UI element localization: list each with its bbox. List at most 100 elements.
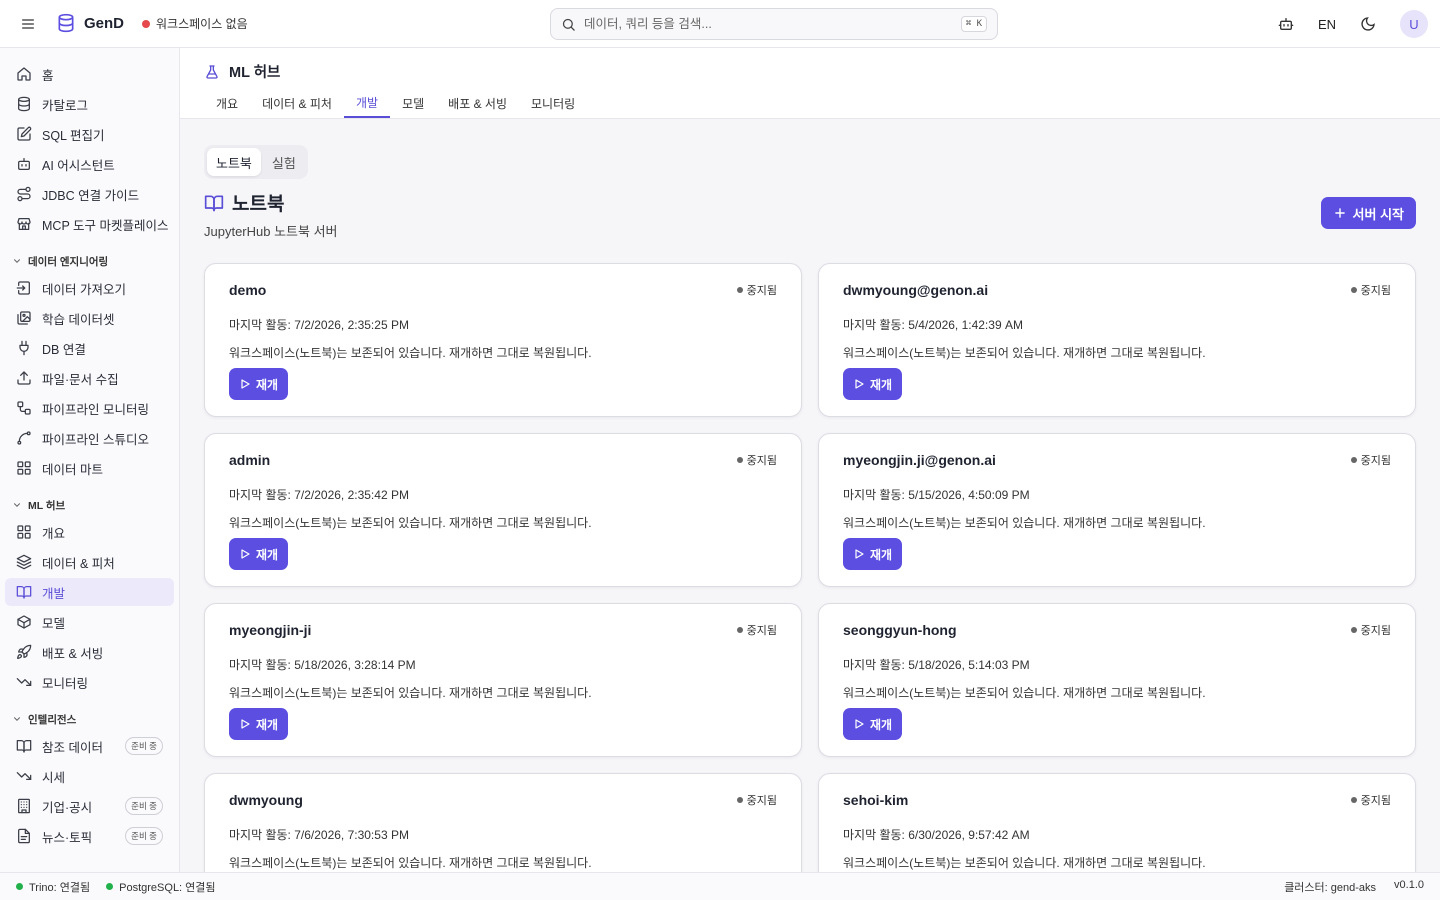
start-server-button[interactable]: 서버 시작 xyxy=(1320,197,1416,229)
resume-button[interactable]: 재개 xyxy=(843,368,903,400)
sidebar-item-0-3[interactable]: 파일·문서 수집 xyxy=(5,364,174,392)
tab-3[interactable]: 모델 xyxy=(390,88,436,118)
play-icon xyxy=(853,378,865,390)
spline-icon xyxy=(16,430,32,446)
trend-icon xyxy=(16,674,32,690)
resume-button[interactable]: 재개 xyxy=(843,538,903,570)
sidebar-item-1[interactable]: 카탈로그 xyxy=(5,90,174,118)
resume-button[interactable]: 재개 xyxy=(229,708,289,740)
resume-button[interactable]: 재개 xyxy=(229,368,289,400)
sidebar-item-1-4[interactable]: 배포 & 서빙 xyxy=(5,638,174,666)
notebook-name: dwmyoung@genon.ai xyxy=(843,282,989,298)
sidebar-section-header[interactable]: 데이터 엔지니어링 xyxy=(0,250,179,272)
sidebar-item-2[interactable]: SQL 편집기 xyxy=(5,120,174,148)
sidebar-item-2-3[interactable]: 뉴스·토픽 준비 중 xyxy=(5,822,174,850)
moon-icon[interactable] xyxy=(1354,10,1382,38)
sidebar-item-label: 모니터링 xyxy=(42,676,89,691)
segment-0[interactable]: 노트북 xyxy=(207,148,261,176)
tab-1[interactable]: 데이터 & 피처 xyxy=(250,88,344,118)
layers-icon xyxy=(16,554,32,570)
notebook-name: admin xyxy=(229,452,271,468)
sidebar-section-header[interactable]: 인텔리전스 xyxy=(0,708,179,730)
sidebar-section-header[interactable]: ML 허브 xyxy=(0,494,179,516)
workspace-selector[interactable]: 워크스페이스 없음 xyxy=(142,15,248,32)
top-bar: GenD 워크스페이스 없음 ⌘ K EN U xyxy=(0,0,1440,48)
search-input[interactable] xyxy=(584,17,953,31)
coming-soon-badge: 준비 중 xyxy=(125,797,163,815)
resume-label: 재개 xyxy=(870,377,893,392)
sidebar-item-label: JDBC 연결 가이드 xyxy=(42,188,140,203)
status-dot xyxy=(736,797,743,803)
app-logo[interactable]: GenD xyxy=(56,13,124,33)
resume-label: 재개 xyxy=(256,377,279,392)
cluster-label: 클러스터: gend-aks xyxy=(1284,881,1377,894)
status-bar-right: 클러스터: gend-aks v0.1.0 xyxy=(1284,879,1424,895)
menu-icon[interactable] xyxy=(16,12,40,36)
language-toggle[interactable]: EN xyxy=(1318,17,1336,32)
notebook-name: myeongjin.ji@genon.ai xyxy=(843,452,996,468)
sidebar-item-label: 시세 xyxy=(42,770,66,785)
sidebar-item-0-0[interactable]: 데이터 가져오기 xyxy=(5,274,174,302)
tab-0[interactable]: 개요 xyxy=(204,88,250,118)
file-icon xyxy=(16,828,32,844)
last-activity: 마지막 활동: 5/4/2026, 1:42:39 AM xyxy=(843,318,1023,332)
sidebar-item-label: DB 연결 xyxy=(42,342,86,357)
resume-button[interactable]: 재개 xyxy=(229,538,289,570)
sidebar-item-label: 파이프라인 모니터링 xyxy=(42,402,149,417)
notebook-card: admin 중지됨 마지막 활동: 7/2/2026, 2:35:42 PM 워크스페… xyxy=(204,433,802,587)
sidebar-item-5[interactable]: MCP 도구 마켓플레이스 xyxy=(5,210,174,238)
tab-5[interactable]: 모니터링 xyxy=(519,88,587,118)
section-subtitle: JupyterHub 노트북 서버 xyxy=(204,224,338,239)
sidebar-item-1-0[interactable]: 개요 xyxy=(5,518,174,546)
page-title-text: ML 허브 xyxy=(229,65,281,81)
sidebar-item-label: 개요 xyxy=(42,526,66,541)
sidebar-item-3[interactable]: AI 어시스턴트 xyxy=(5,150,174,178)
sidebar-item-0-1[interactable]: 학습 데이터셋 xyxy=(5,304,174,332)
chevron-down-icon xyxy=(12,714,22,724)
sidebar-item-1-1[interactable]: 데이터 & 피처 xyxy=(5,548,174,576)
sidebar-item-label: 데이터 가져오기 xyxy=(42,282,126,297)
sidebar-item-2-2[interactable]: 기업·공시 준비 중 xyxy=(5,792,174,820)
ai-bot-icon[interactable] xyxy=(1272,10,1300,38)
sidebar-item-0-5[interactable]: 파이프라인 스튜디오 xyxy=(5,424,174,452)
sidebar-item-1-5[interactable]: 모니터링 xyxy=(5,668,174,696)
segment-1[interactable]: 실험 xyxy=(263,148,305,176)
notebook-description: 워크스페이스(노트북)는 보존되어 있습니다. 재개하면 그대로 복원됩니다. xyxy=(843,856,1206,870)
global-search[interactable]: ⌘ K xyxy=(550,8,998,40)
sidebar-item-label: 홈 xyxy=(42,68,54,83)
notebook-name: myeongjin-ji xyxy=(229,622,312,638)
sidebar-item-1-2[interactable]: 개발 xyxy=(5,578,174,606)
flask-icon xyxy=(204,64,220,80)
sidebar-item-label: MCP 도구 마켓플레이스 xyxy=(42,218,169,233)
sidebar-item-1-3[interactable]: 모델 xyxy=(5,608,174,636)
sidebar-item-0-2[interactable]: DB 연결 xyxy=(5,334,174,362)
chevron-down-icon xyxy=(12,500,22,510)
sidebar-item-4[interactable]: JDBC 연결 가이드 xyxy=(5,180,174,208)
last-activity: 마지막 활동: 5/18/2026, 5:14:03 PM xyxy=(843,658,1030,672)
user-avatar[interactable]: U xyxy=(1400,10,1428,38)
sidebar-section-title: 인텔리전스 xyxy=(28,713,77,726)
tab-2[interactable]: 개발 xyxy=(343,88,391,118)
notebook-card: seonggyun-hong 중지됨 마지막 활동: 5/18/2026, 5:14… xyxy=(818,603,1416,757)
last-activity: 마지막 활동: 7/2/2026, 2:35:42 PM xyxy=(229,488,409,502)
resume-label: 재개 xyxy=(870,547,893,562)
notebook-card: myeongjin-ji 중지됨 마지막 활동: 5/18/2026, 3:28:1… xyxy=(204,603,802,757)
images-icon xyxy=(16,310,32,326)
sidebar-item-2-1[interactable]: 시세 xyxy=(5,762,174,790)
sidebar-item-0[interactable]: 홈 xyxy=(5,60,174,88)
section-title-text: 노트북 xyxy=(232,194,285,215)
last-activity: 마지막 활동: 5/18/2026, 3:28:14 PM xyxy=(229,658,416,672)
status-bar: Trino: 연결됨 PostgreSQL: 연결됨 클러스터: gend-ak… xyxy=(0,872,1440,900)
sidebar-section-title: 데이터 엔지니어링 xyxy=(28,255,109,268)
sidebar-item-label: 파일·문서 수집 xyxy=(42,372,119,387)
status-badge: 중지됨 xyxy=(736,452,777,468)
sidebar-item-0-4[interactable]: 파이프라인 모니터링 xyxy=(5,394,174,422)
resume-button[interactable]: 재개 xyxy=(843,708,903,740)
notebook-area: 노트북 실험 노트북 JupyterHub 노트북 서버 서버 시작 demo 중지… xyxy=(180,120,1440,872)
search-shortcut: ⌘ K xyxy=(960,16,987,32)
sidebar-item-0-6[interactable]: 데이터 마트 xyxy=(5,454,174,482)
tab-4[interactable]: 배포 & 서빙 xyxy=(436,88,519,118)
status-dot xyxy=(736,287,743,293)
sidebar-item-2-0[interactable]: 참조 데이터 준비 중 xyxy=(5,732,174,760)
home-icon xyxy=(16,66,32,82)
